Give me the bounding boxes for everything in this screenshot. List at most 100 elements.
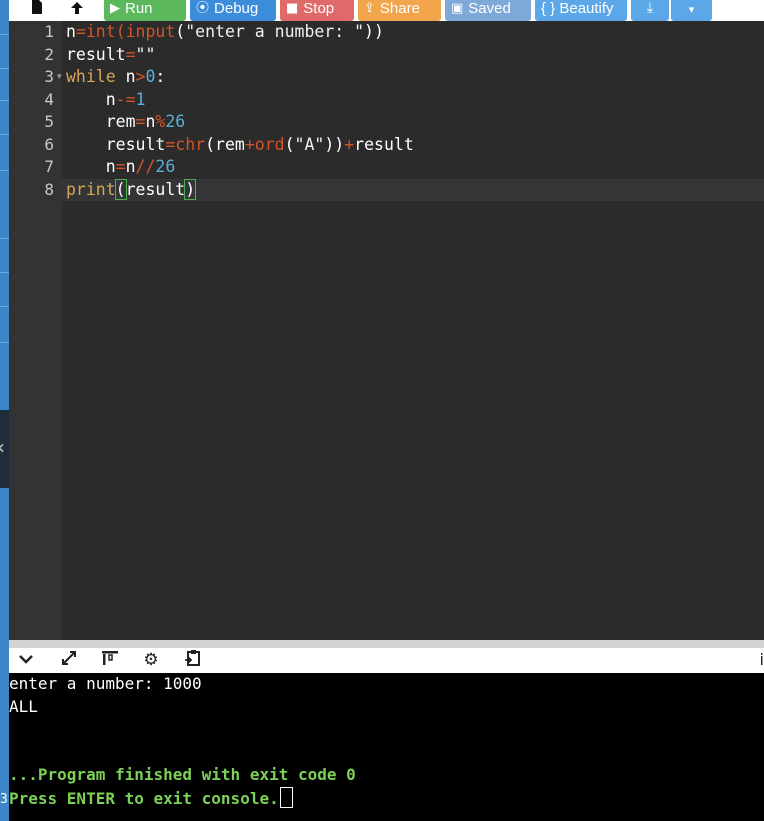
line-number: 3: [44, 67, 54, 86]
sidebar-separator: [0, 306, 9, 307]
code-token: =: [115, 157, 126, 176]
caret-down-icon: ▾: [688, 3, 695, 16]
sidebar-separator: [0, 68, 9, 69]
code-token: n: [66, 89, 116, 109]
code-token: (: [114, 178, 127, 200]
upload-icon[interactable]: [67, 0, 87, 21]
beautify-label: { } Beautify: [541, 0, 614, 17]
main-toolbar: ▶ Run ⦿ Debug ■ Stop ⇪ Share ▣ Saved { } Beau…: [9, 0, 764, 21]
code-token: >: [135, 67, 146, 86]
chevron-left-icon[interactable]: ‹: [0, 435, 5, 459]
download-button[interactable]: ⤓: [631, 0, 669, 21]
share-button[interactable]: ⇪ Share: [358, 0, 441, 21]
code-line[interactable]: n=int(input("enter a number: ")): [66, 21, 384, 43]
code-token: 1: [135, 89, 146, 109]
code-token: "": [135, 44, 156, 64]
editor-gutter: 1 2 3 ▾ 4 5 6 7 8: [9, 21, 62, 640]
layout-icon[interactable]: [99, 649, 121, 671]
code-token: result: [66, 134, 166, 154]
file-icon[interactable]: [27, 0, 47, 21]
code-token: n: [66, 157, 116, 176]
code-token: "A": [294, 134, 325, 154]
console-toolbar-right-text: i: [759, 650, 764, 669]
share-label: Share: [379, 0, 420, 17]
clipboard-icon[interactable]: [182, 649, 204, 671]
side-number: 3: [0, 792, 8, 807]
more-dropdown-button[interactable]: ▾: [671, 0, 712, 21]
debug-button[interactable]: ⦿ Debug: [190, 0, 276, 21]
fold-arrow-icon[interactable]: ▾: [57, 66, 62, 88]
line-number: 2: [44, 44, 54, 64]
code-token: 26: [155, 157, 176, 176]
code-token: ): [184, 178, 197, 200]
code-token: while: [66, 67, 116, 86]
code-token: "enter a number: ": [185, 22, 365, 41]
chevron-down-icon[interactable]: [15, 649, 37, 671]
console-prompt-text: Press ENTER to exit console.: [9, 789, 279, 808]
expand-icon[interactable]: [58, 649, 80, 671]
line-number: 5: [44, 112, 54, 131]
line-number: 6: [44, 134, 54, 154]
sidebar-separator: [0, 134, 9, 135]
code-token: (: [115, 22, 126, 41]
stop-label: Stop: [303, 0, 335, 17]
sidebar-separator: [0, 170, 9, 171]
text-cursor: [279, 787, 293, 808]
saved-label: Saved: [468, 0, 511, 17]
code-token: )): [364, 22, 384, 41]
code-token: :: [155, 67, 166, 86]
code-token: )): [324, 134, 345, 154]
console-prompt-line: Press ENTER to exit console.: [9, 787, 293, 810]
code-token: +: [344, 134, 355, 154]
run-button[interactable]: ▶ Run: [104, 0, 186, 21]
code-token: n: [66, 22, 76, 41]
code-token: n: [145, 112, 156, 131]
code-token: (: [175, 22, 186, 41]
code-line[interactable]: n=n//26: [66, 156, 176, 178]
console-exit-message: ...Program finished with exit code 0: [9, 765, 356, 784]
panel-resize-divider[interactable]: [9, 640, 764, 648]
code-token: input: [125, 22, 176, 41]
left-sidebar-strip: ‹: [0, 0, 9, 821]
code-editor[interactable]: n=int(input("enter a number: ")) result=…: [62, 21, 764, 640]
code-token: -=: [115, 89, 136, 109]
console-toolbar: ⚙ i: [9, 648, 764, 673]
code-token: result: [66, 44, 126, 64]
saved-button[interactable]: ▣ Saved: [445, 0, 531, 21]
save-icon: ▣: [451, 1, 464, 16]
download-icon: ⤓: [646, 0, 654, 16]
console-line: enter a number: 1000: [9, 674, 202, 693]
output-console[interactable]: enter a number: 1000 ALL ...Program fini…: [9, 673, 764, 821]
share-icon: ⇪: [364, 1, 375, 16]
code-token: +: [244, 134, 255, 154]
code-line[interactable]: result=chr(rem+ord("A"))+result: [66, 134, 414, 156]
line-number: 1: [44, 22, 54, 41]
code-token: print: [66, 179, 116, 199]
debug-icon: ⦿: [196, 1, 210, 16]
sidebar-separator: [0, 100, 9, 101]
code-token: rem: [66, 112, 136, 131]
code-line[interactable]: print(result): [66, 178, 197, 201]
stop-icon: ■: [286, 1, 299, 16]
code-token: n: [115, 67, 136, 86]
code-token: =: [75, 22, 86, 41]
code-token: (: [284, 134, 295, 154]
code-line[interactable]: n-=1: [66, 89, 146, 111]
code-token: //: [135, 157, 156, 176]
code-token: chr: [175, 134, 206, 154]
code-token: result: [125, 179, 186, 199]
console-line: ALL: [9, 697, 38, 716]
code-token: n: [125, 157, 136, 176]
code-token: =: [135, 112, 146, 131]
code-token: ord: [254, 134, 285, 154]
code-line[interactable]: rem=n%26: [66, 111, 186, 133]
code-line[interactable]: while n>0:: [66, 66, 165, 88]
gear-icon[interactable]: ⚙: [140, 649, 162, 671]
sidebar-separator: [0, 342, 9, 343]
beautify-button[interactable]: { } Beautify: [535, 0, 627, 21]
sidebar-separator: [0, 238, 9, 239]
code-line[interactable]: result="": [66, 44, 155, 66]
code-token: =: [125, 44, 136, 64]
line-number: 4: [44, 89, 54, 109]
stop-button[interactable]: ■ Stop: [280, 0, 354, 21]
